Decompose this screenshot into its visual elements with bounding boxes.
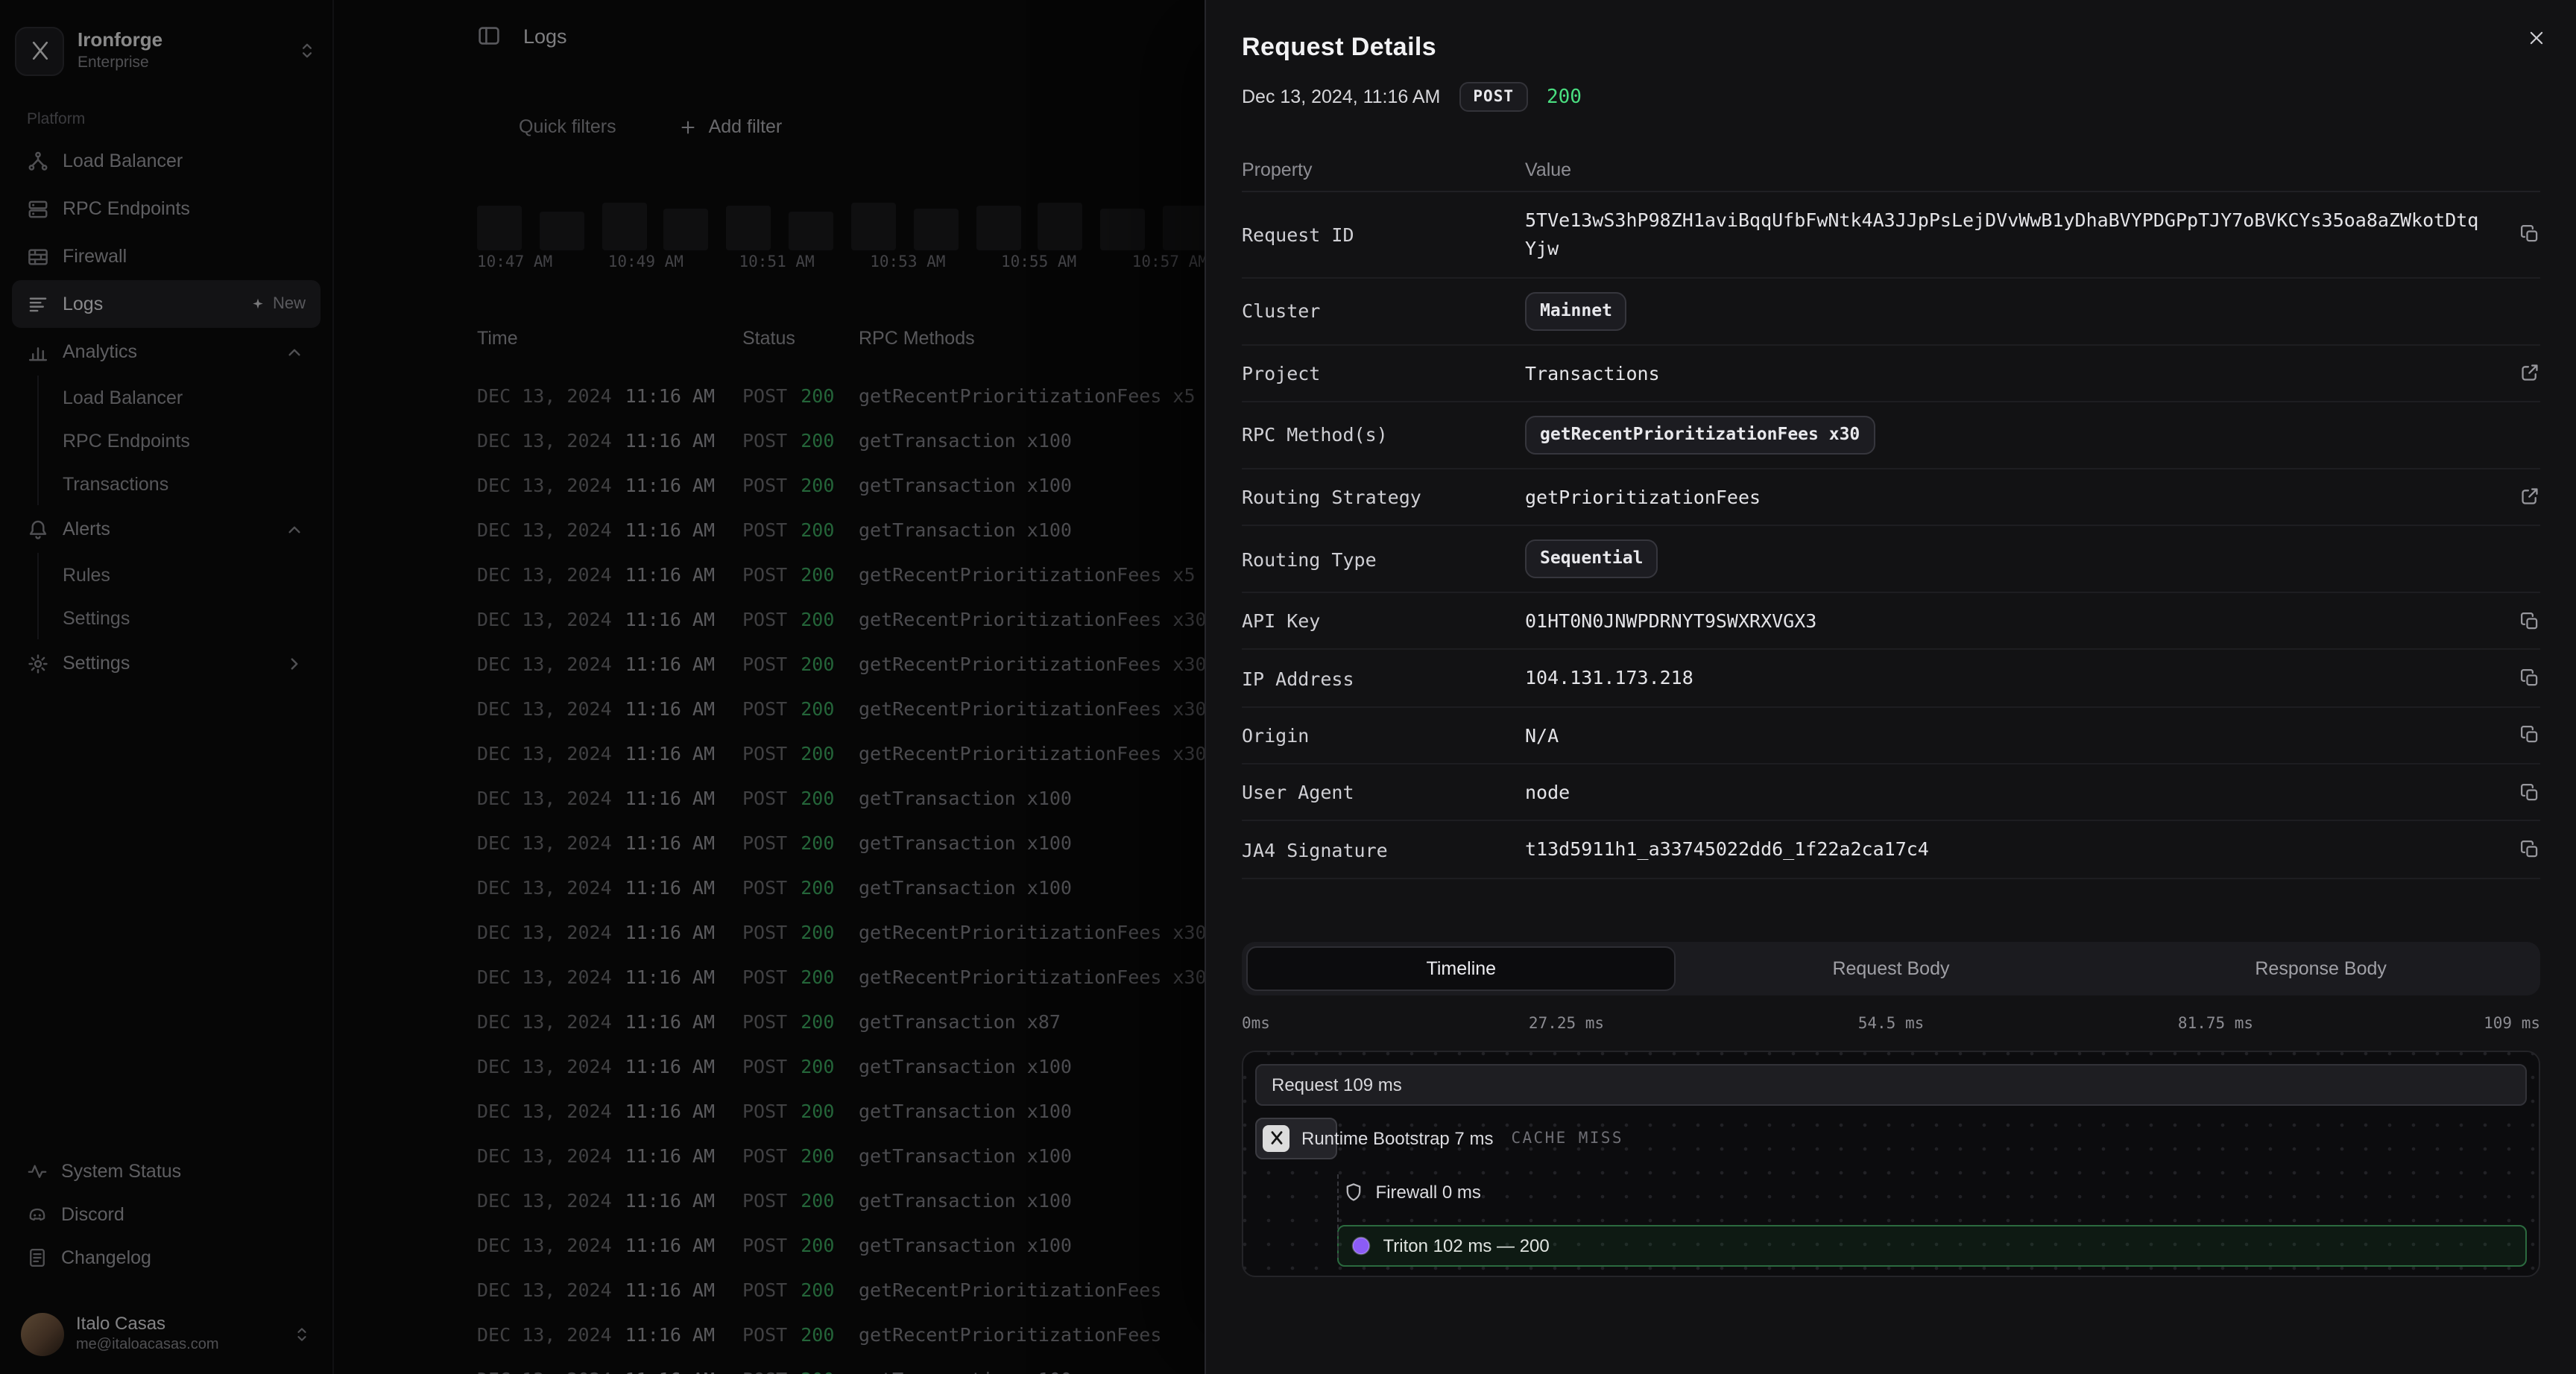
detail-value: N/A <box>1525 724 1559 747</box>
copy-icon <box>2519 782 2540 803</box>
app-root: Ironforge Enterprise Platform Load Balan… <box>0 0 2576 1374</box>
shield-icon <box>1343 1182 1364 1203</box>
timeline-bar-request[interactable]: Request 109 ms <box>1255 1063 2527 1106</box>
detail-value-badge: Sequential <box>1525 539 1658 578</box>
detail-row-ja4-signature: JA4 Signature t13d5911h1_a33745022dd6_1f2… <box>1242 822 2540 879</box>
copy-button[interactable] <box>2510 610 2540 631</box>
value-column-header: Value <box>1525 159 1572 180</box>
detail-value: 01HT0N0JNWPDRNYT9SWXRXVGX3 <box>1525 609 1817 632</box>
ruler-label: 54.5 ms <box>1857 1014 1925 1033</box>
detail-value-badge: getRecentPrioritizationFees x30 <box>1525 415 1875 455</box>
detail-property: RPC Method(s) <box>1242 423 1388 446</box>
copy-button[interactable] <box>2510 782 2540 803</box>
close-button[interactable] <box>2516 18 2555 57</box>
timeline-bar-triton[interactable]: Triton 102 ms — 200 <box>1336 1224 2527 1267</box>
detail-value: Transactions <box>1525 361 1660 384</box>
detail-row-routing-type: Routing Type Sequential <box>1242 526 2540 593</box>
detail-property: Origin <box>1242 724 1310 747</box>
details-table-header: Property Value <box>1242 148 2540 192</box>
detail-property: User Agent <box>1242 781 1354 804</box>
detail-property: API Key <box>1242 610 1321 633</box>
status-code: 200 <box>1547 86 1582 108</box>
copy-icon <box>2519 839 2540 860</box>
ironforge-mark-icon <box>1268 1130 1284 1147</box>
detail-property: Project <box>1242 361 1321 384</box>
timeline-span-firewall-0-ms: Firewall 0 ms <box>1255 1171 2527 1213</box>
detail-property: JA4 Signature <box>1242 838 1388 861</box>
copy-button[interactable] <box>2510 668 2540 688</box>
detail-value: node <box>1525 781 1570 804</box>
detail-value: getPrioritizationFees <box>1525 485 1761 508</box>
cache-status-label: CACHE MISS <box>1511 1129 1623 1147</box>
open-link-button[interactable] <box>2510 363 2540 384</box>
detail-row-ip-address: IP Address 104.131.173.218 <box>1242 650 2540 708</box>
tab-timeline[interactable]: Timeline <box>1246 946 1676 991</box>
detail-value: Sequential <box>1525 539 2510 578</box>
detail-value: Mainnet <box>1525 291 2510 331</box>
detail-row-routing-strategy: Routing Strategy getPrioritizationFees <box>1242 469 2540 527</box>
ruler-label: 109 ms <box>2484 1014 2540 1033</box>
detail-row-project: Project Transactions <box>1242 345 2540 402</box>
detail-value: 5TVe13wS3hP98ZH1aviBqqUfbFwNtk4A3JJpPsLe… <box>1525 209 2479 260</box>
ruler-label: 81.75 ms <box>2177 1014 2254 1033</box>
timeline-span-runtime-bootstrap-7-ms: Runtime Bootstrap 7 ms CACHE MISS <box>1255 1117 2527 1159</box>
external-link-icon <box>2519 363 2540 384</box>
detail-row-api-key: API Key 01HT0N0JNWPDRNYT9SWXRXVGX3 <box>1242 593 2540 650</box>
detail-row-rpc-method-s: RPC Method(s) getRecentPrioritizationFees… <box>1242 402 2540 469</box>
ruler-label: 27.25 ms <box>1528 1014 1605 1033</box>
panel-tabs: Timeline Request Body Response Body <box>1242 941 2540 995</box>
timeline-ruler: 0ms 27.25 ms 54.5 ms 81.75 ms 109 ms <box>1242 1015 2540 1036</box>
detail-row-origin: Origin N/A <box>1242 707 2540 765</box>
copy-icon <box>2519 610 2540 631</box>
detail-value: 104.131.173.218 <box>1525 666 1693 689</box>
external-link-icon <box>2519 487 2540 507</box>
timeline-chart: Request 109 ms Runtime Bootstrap 7 ms CACH… <box>1242 1050 2540 1277</box>
http-method-badge: POST <box>1459 82 1527 112</box>
copy-icon <box>2519 668 2540 688</box>
timeline-span-label: Request 109 ms <box>1272 1074 1402 1095</box>
request-timestamp: Dec 13, 2024, 11:16 AM <box>1242 86 1441 107</box>
detail-property: Request ID <box>1242 223 1354 246</box>
detail-row-user-agent: User Agent node <box>1242 764 2540 822</box>
detail-property: Cluster <box>1242 300 1321 323</box>
timeline-span-label: Triton 102 ms — 200 <box>1383 1235 1550 1256</box>
tab-request-body[interactable]: Request Body <box>1676 946 2106 991</box>
property-column-header: Property <box>1242 159 1313 180</box>
copy-button[interactable] <box>2510 224 2540 245</box>
request-details-panel: Request Details Dec 13, 2024, 11:16 AM P… <box>1205 0 2576 1374</box>
timeline-span-request-109-ms: Request 109 ms <box>1255 1063 2527 1106</box>
timeline-span-triton-102-ms-200: Triton 102 ms — 200 <box>1255 1224 2527 1267</box>
copy-icon <box>2519 725 2540 746</box>
detail-value: t13d5911h1_a33745022dd6_1f22a2ca17c4 <box>1525 838 1929 861</box>
timeline-span-label: Runtime Bootstrap 7 ms <box>1301 1127 1494 1149</box>
detail-property: Routing Strategy <box>1242 485 1421 508</box>
copy-button[interactable] <box>2510 725 2540 746</box>
copy-icon <box>2519 224 2540 245</box>
timeline-span-content: Runtime Bootstrap 7 ms CACHE MISS <box>1263 1118 1623 1159</box>
request-meta: Dec 13, 2024, 11:16 AM POST 200 <box>1242 82 2540 112</box>
detail-value: getRecentPrioritizationFees x30 <box>1525 415 2510 455</box>
triton-icon <box>1351 1235 1371 1256</box>
open-link-button[interactable] <box>2510 487 2540 507</box>
panel-title: Request Details <box>1242 33 1437 61</box>
ruler-label: 0ms <box>1242 1014 1270 1033</box>
timeline-connector <box>1336 1174 1339 1258</box>
copy-button[interactable] <box>2510 839 2540 860</box>
detail-property: IP Address <box>1242 667 1354 689</box>
detail-value-badge: Mainnet <box>1525 291 1627 331</box>
details-table-body: Request ID 5TVe13wS3hP98ZH1aviBqqUfbFwNtk… <box>1242 192 2540 879</box>
tab-response-body[interactable]: Response Body <box>2106 946 2536 991</box>
close-icon <box>2526 28 2545 47</box>
detail-row-cluster: Cluster Mainnet <box>1242 279 2540 346</box>
ironforge-logo-chip <box>1263 1124 1289 1152</box>
timeline-span-label: Firewall 0 ms <box>1375 1181 1481 1203</box>
detail-property: Routing Type <box>1242 548 1377 571</box>
detail-row-request-id: Request ID 5TVe13wS3hP98ZH1aviBqqUfbFwNtk… <box>1242 192 2540 279</box>
timeline-span-content: Firewall 0 ms <box>1343 1171 1481 1213</box>
